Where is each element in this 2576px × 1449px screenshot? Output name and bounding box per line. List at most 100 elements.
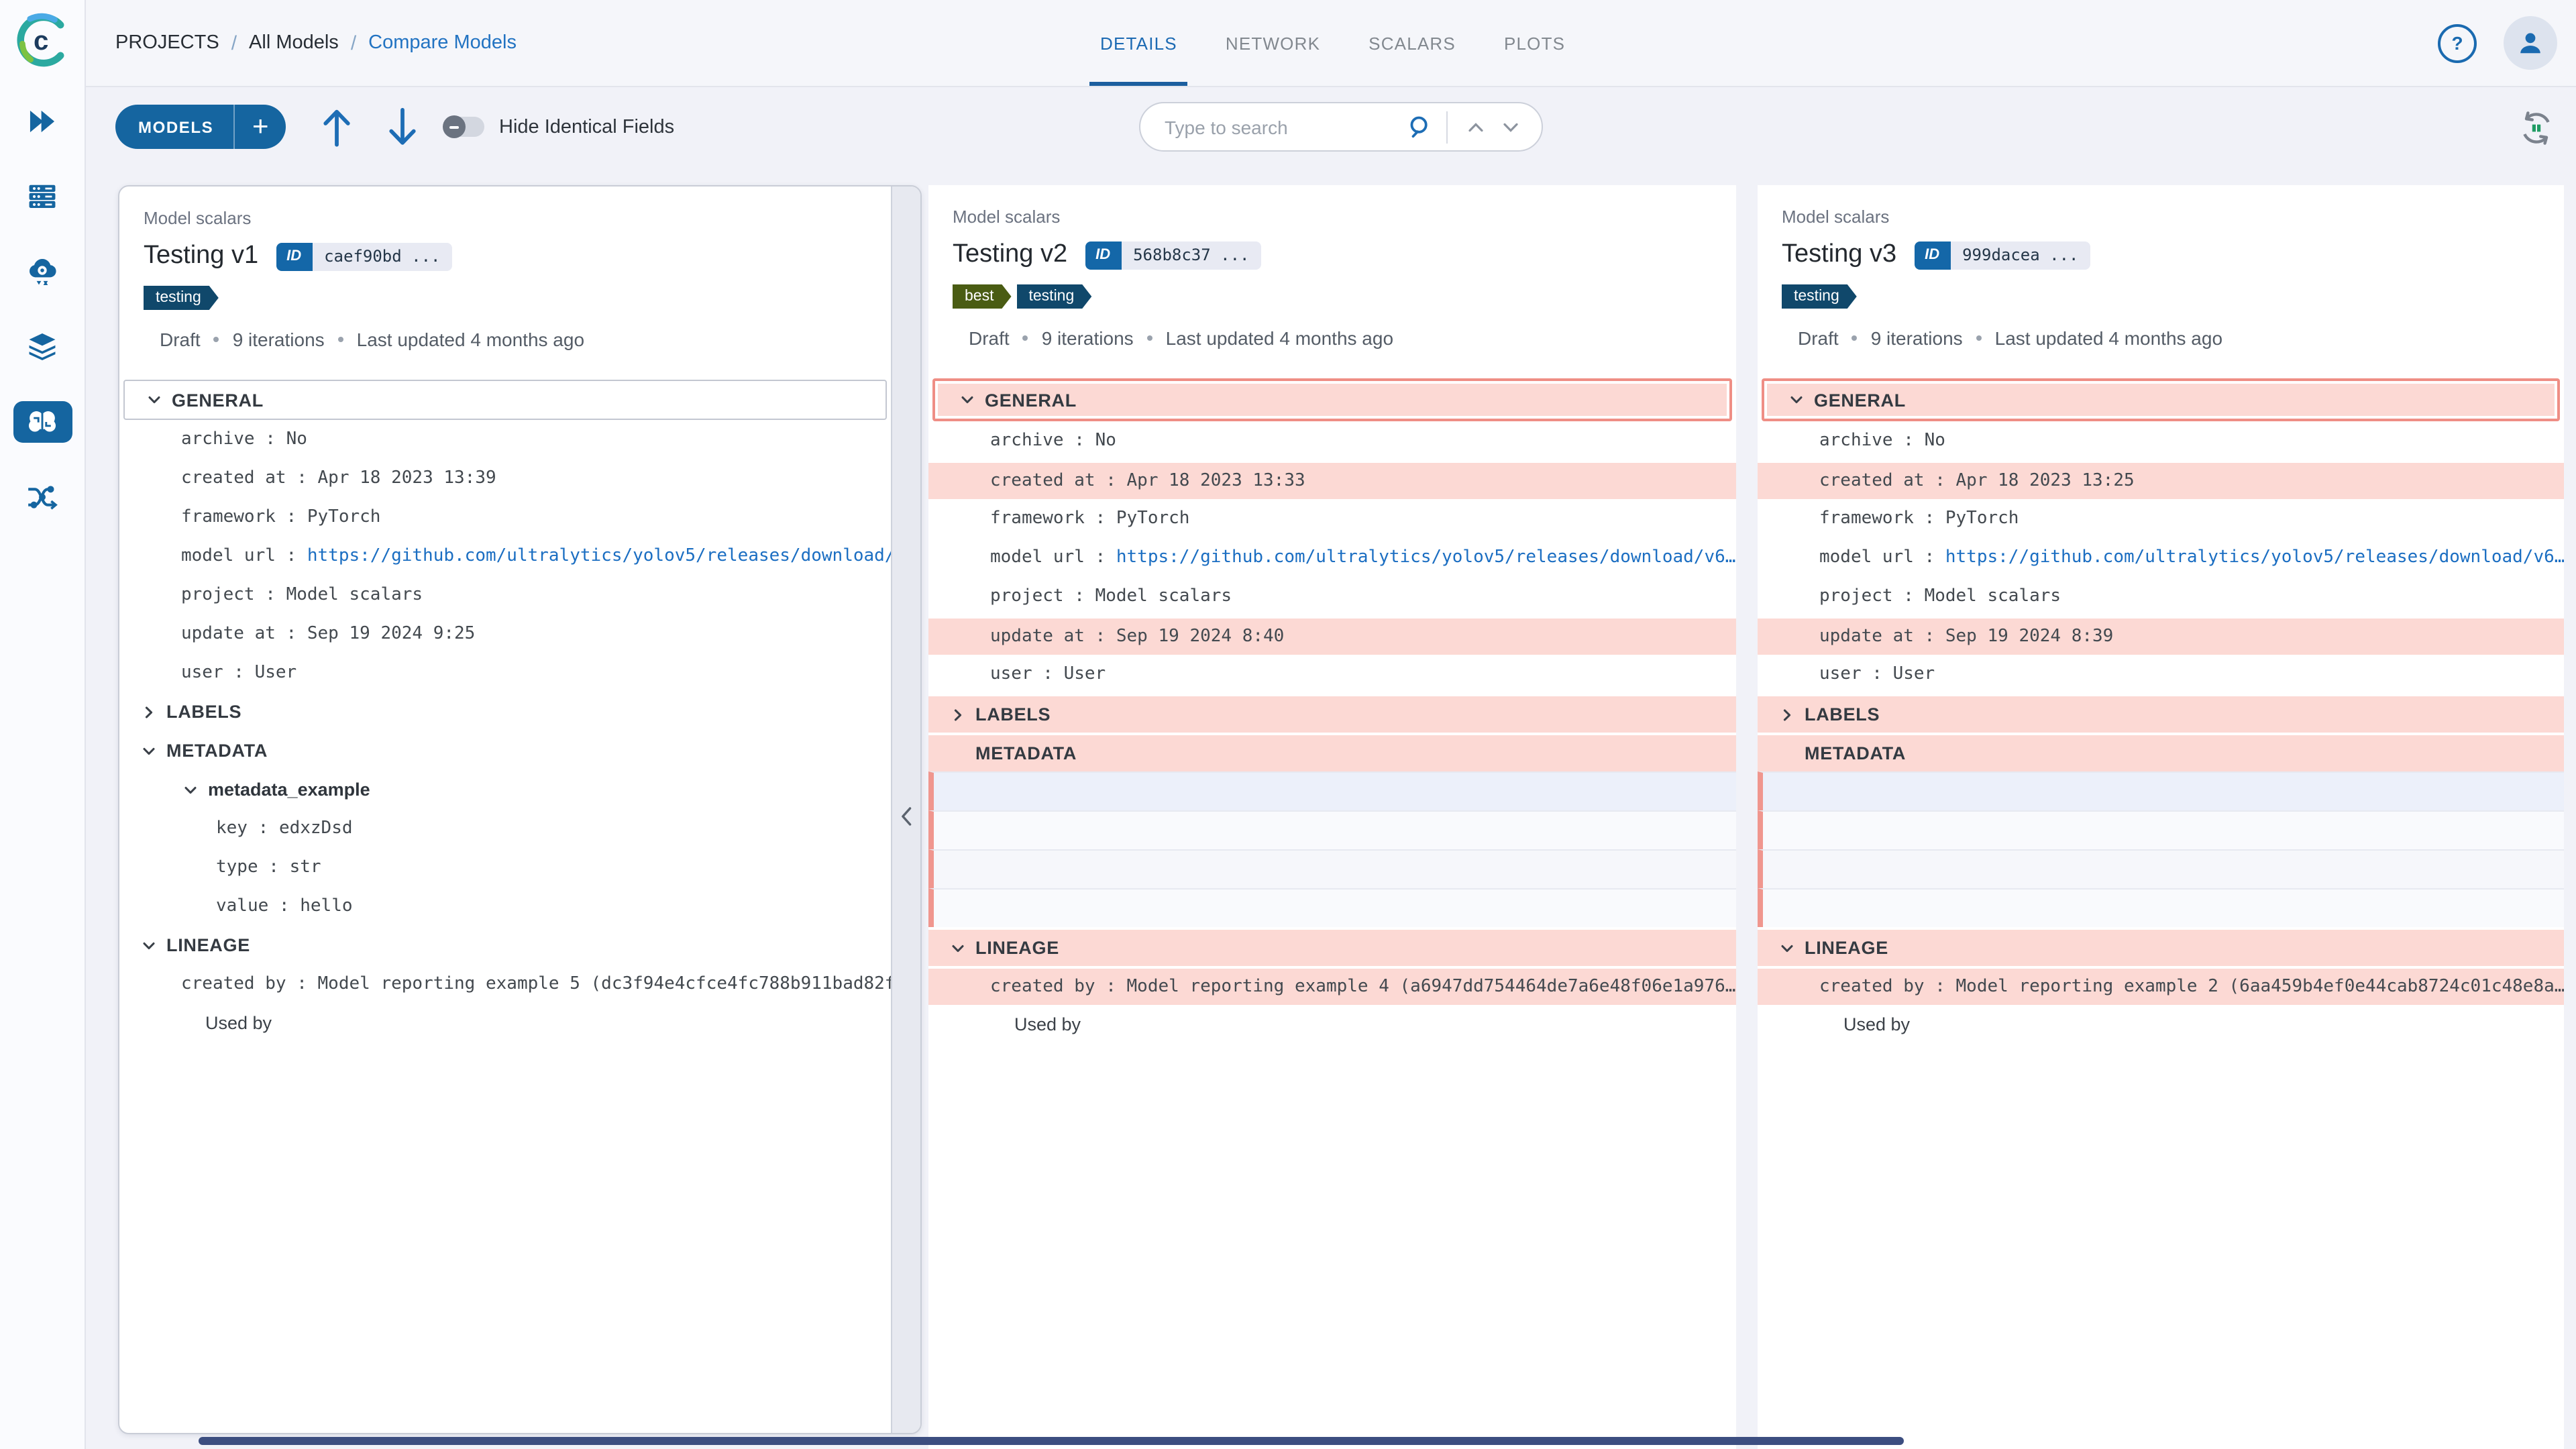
refresh-pause-icon: [2523, 111, 2550, 145]
section-row-lineage[interactable]: LINEAGE: [119, 926, 891, 965]
models-split-button: MODELS +: [115, 105, 286, 149]
dot-separator: [1022, 335, 1028, 341]
model-card-header: Model scalars Testing v1 ID caef90bd ... tes…: [119, 186, 891, 350]
field-value: User: [1063, 664, 1106, 684]
field-row-archive: archive : No: [990, 431, 1116, 451]
field-label: created by: [1819, 977, 1925, 997]
section-row-labels[interactable]: LABELS: [119, 692, 891, 731]
models-button[interactable]: MODELS: [115, 117, 233, 136]
field-row-created-at: created at : Apr 18 2023 13:39: [181, 468, 496, 488]
field-label: project: [181, 585, 255, 605]
chevron-down-icon: [184, 786, 197, 794]
field-value-link[interactable]: https://github.com/ultralytics/yolov5/re…: [307, 546, 891, 566]
section-row-labels[interactable]: LABELS: [1758, 694, 2564, 733]
tag-list: testing: [144, 286, 872, 310]
sidebar-item-datasets[interactable]: [13, 326, 72, 368]
auto-refresh-button[interactable]: [2518, 110, 2555, 146]
tag-testing[interactable]: testing: [1017, 284, 1092, 309]
tab-scalars[interactable]: SCALARS: [1368, 0, 1456, 86]
field-value: No: [286, 429, 307, 449]
project-label: Model scalars: [1782, 207, 1890, 227]
status-item: 9 iterations: [1870, 327, 1963, 349]
field-label: created at: [1819, 471, 1925, 491]
id-badge[interactable]: ID 999dacea ...: [1914, 241, 2091, 269]
search-next-button[interactable]: [1493, 109, 1528, 144]
help-icon[interactable]: ?: [2438, 23, 2477, 62]
section-row-general[interactable]: GENERAL: [1762, 378, 2560, 421]
field-value: Model reporting example 4 (a6947dd754464…: [1126, 977, 1736, 997]
field-value-link[interactable]: https://github.com/ultralytics/yolov5/re…: [1116, 547, 1736, 568]
field-value: Model scalars: [1924, 586, 2061, 606]
arrow-up-icon: [323, 110, 350, 147]
sidebar-item-workers-queues[interactable]: [13, 176, 72, 217]
hide-identical-fields-toggle[interactable]: [443, 115, 484, 138]
hide-identical-fields-label: Hide Identical Fields: [499, 117, 675, 138]
blank-diff-row: [1758, 888, 2564, 927]
field-value-link[interactable]: https://github.com/ultralytics/yolov5/re…: [1945, 547, 2564, 568]
field-label: key: [216, 818, 248, 839]
section-row-general[interactable]: GENERAL: [123, 380, 887, 420]
datasets-icon: [23, 330, 62, 364]
section-row-lineage[interactable]: LINEAGE: [1758, 927, 2564, 966]
field-row-created-by: created by : Model reporting example 5 (…: [119, 965, 891, 1004]
user-avatar[interactable]: [2504, 16, 2557, 70]
field-label: created at: [990, 471, 1095, 491]
field-label: framework: [990, 508, 1085, 529]
add-model-button[interactable]: +: [235, 106, 286, 148]
field-label: framework: [181, 507, 276, 527]
blank-diff-row: [928, 810, 1736, 849]
model-name: Testing v3: [1782, 240, 1897, 268]
breadcrumb-separator: /: [231, 32, 237, 54]
section-row-labels[interactable]: LABELS: [928, 694, 1736, 733]
field-value: Apr 18 2023 13:25: [1955, 471, 2135, 491]
used-by-label: Used by: [1014, 1014, 1081, 1034]
tag-testing[interactable]: testing: [1782, 284, 1857, 309]
section-label: LABELS: [975, 704, 1051, 724]
sidebar: c: [0, 0, 86, 1449]
search-prev-button[interactable]: [1458, 109, 1493, 144]
tab-details[interactable]: DETAILS: [1089, 0, 1189, 86]
search-icon[interactable]: [1407, 114, 1433, 140]
sidebar-item-pipelines[interactable]: [13, 476, 72, 518]
status-item: Last updated 4 months ago: [1994, 327, 2223, 349]
field-row-framework: framework : PyTorch: [1819, 508, 2019, 529]
field-label: value: [216, 896, 269, 916]
tag-list: best testing: [953, 284, 1717, 309]
breadcrumb-all-models[interactable]: All Models: [249, 32, 339, 54]
tag-testing[interactable]: testing: [144, 286, 219, 310]
id-badge[interactable]: ID caef90bd ...: [276, 242, 453, 270]
dot-separator: [1976, 335, 1982, 341]
id-badge[interactable]: ID 568b8c37 ...: [1085, 241, 1262, 269]
sidebar-item-autoscalers[interactable]: [13, 251, 72, 292]
section-row-general[interactable]: GENERAL: [932, 378, 1732, 421]
section-label: METADATA: [166, 741, 268, 761]
tag-list: testing: [1782, 284, 2545, 309]
model-name: Testing v2: [953, 240, 1068, 268]
sidebar-item-models[interactable]: [13, 401, 72, 443]
prev-diff-button[interactable]: [319, 110, 354, 147]
next-diff-button[interactable]: [385, 108, 420, 146]
tab-plots[interactable]: PLOTS: [1504, 0, 1565, 86]
field-label: project: [990, 586, 1064, 606]
tab-network[interactable]: NETWORK: [1226, 0, 1320, 86]
clearml-logo-icon[interactable]: c: [14, 12, 70, 68]
chevron-down-icon: [148, 396, 160, 404]
horizontal-scrollbar[interactable]: [199, 1437, 1904, 1445]
breadcrumb-compare-models[interactable]: Compare Models: [368, 32, 517, 54]
id-badge-label: ID: [1085, 241, 1122, 269]
section-row-lineage[interactable]: LINEAGE: [928, 927, 1736, 966]
subfield-row-value: value : hello: [216, 896, 353, 916]
person-icon: [2520, 33, 2540, 54]
field-label: user: [990, 664, 1032, 684]
field-row-update-at: update at : Sep 19 2024 8:40: [928, 616, 1736, 655]
collapse-panel-button[interactable]: [891, 186, 920, 1433]
tag-best[interactable]: best: [953, 284, 1012, 309]
breadcrumb-projects[interactable]: PROJECTS: [115, 32, 219, 54]
subsection-row-metadata-example[interactable]: metadata_example: [119, 770, 891, 809]
search-input[interactable]: [1162, 115, 1407, 139]
blank-diff-row: [1758, 849, 2564, 888]
sidebar-item-projects[interactable]: [13, 101, 72, 142]
section-label: LINEAGE: [1805, 938, 1888, 958]
subfield-row-key: key : edxzDsd: [216, 818, 353, 839]
section-row-metadata[interactable]: METADATA: [119, 731, 891, 770]
